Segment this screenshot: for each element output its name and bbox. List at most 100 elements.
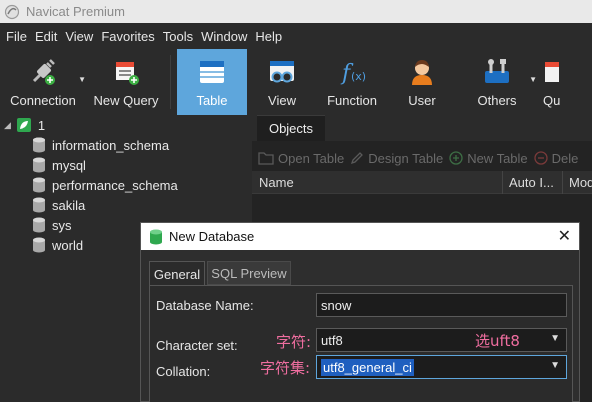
open-table-button[interactable]: Open Table xyxy=(258,151,344,166)
connection-button[interactable]: Connection ▼ xyxy=(0,49,86,115)
connection-name: 1 xyxy=(37,117,46,133)
connection-plug-icon xyxy=(32,59,55,85)
dialog-body: General SQL Preview Database Name: snow … xyxy=(147,258,573,402)
tree-connection[interactable]: ◢ 1 xyxy=(4,115,45,135)
database-name: sys xyxy=(52,217,72,233)
query-label: Qu xyxy=(543,93,561,108)
user-icon xyxy=(412,60,432,85)
new-table-label: New Table xyxy=(467,150,528,166)
menu-file[interactable]: File xyxy=(2,29,31,44)
new-database-dialog: New Database ✕ General SQL Preview Datab… xyxy=(140,222,580,402)
menu-tools[interactable]: Tools xyxy=(159,29,197,44)
navicat-logo-icon xyxy=(4,4,20,19)
character-set-label: Character set: xyxy=(156,338,238,353)
function-button[interactable]: f (x) Function xyxy=(317,49,387,115)
collation-value: utf8_general_ci xyxy=(321,358,414,376)
tab-objects[interactable]: Objects xyxy=(257,115,325,141)
database-name-label: Database Name: xyxy=(156,298,254,313)
others-tools-icon xyxy=(485,59,509,83)
folder-open-icon xyxy=(258,152,274,165)
column-header-modified[interactable]: Mod xyxy=(569,175,592,190)
connection-label: Connection xyxy=(10,93,76,108)
view-glasses-icon xyxy=(270,61,294,83)
dialog-title: New Database xyxy=(169,229,255,244)
tree-db-performance-schema[interactable]: performance_schema xyxy=(32,175,178,195)
database-name-value: snow xyxy=(321,297,352,313)
toolbar-divider xyxy=(170,55,171,109)
user-label: User xyxy=(408,93,436,108)
database-icon xyxy=(33,157,45,173)
database-name: performance_schema xyxy=(52,177,178,193)
menu-favorites[interactable]: Favorites xyxy=(97,29,158,44)
open-table-label: Open Table xyxy=(278,150,345,166)
main-tab-strip: Objects xyxy=(252,115,592,141)
column-header-auto-increment[interactable]: Auto I... xyxy=(509,175,554,190)
database-icon xyxy=(33,137,45,153)
object-toolbar: Open Table Design Table New Table Dele xyxy=(252,145,592,171)
database-name: mysql xyxy=(52,157,86,173)
table-label: Table xyxy=(196,93,228,108)
column-header-name[interactable]: Name xyxy=(259,175,294,190)
dialog-titlebar[interactable]: New Database ✕ xyxy=(141,223,579,250)
delete-table-button[interactable]: Dele xyxy=(534,151,578,166)
collation-annotation: 字符集: xyxy=(260,359,311,377)
database-name: world xyxy=(52,237,84,253)
function-fx-icon: f (x) xyxy=(340,61,366,86)
new-table-button[interactable]: New Table xyxy=(449,150,528,166)
design-table-button[interactable]: Design Table xyxy=(350,151,443,166)
plus-circle-icon xyxy=(449,151,463,165)
others-button[interactable]: Others ▼ xyxy=(457,49,537,115)
tree-db-information-schema[interactable]: information_schema xyxy=(32,135,169,155)
tree-db-sakila[interactable]: sakila xyxy=(32,195,85,215)
new-query-button[interactable]: New Query xyxy=(88,49,164,115)
charset-annotation: 字符: xyxy=(276,333,312,351)
tree-db-world[interactable]: world xyxy=(32,235,83,255)
pencil-icon xyxy=(351,152,364,165)
design-table-label: Design Table xyxy=(368,150,444,166)
window-title: Navicat Premium xyxy=(26,4,125,19)
view-label: View xyxy=(268,93,296,108)
new-query-icon xyxy=(116,62,139,85)
tree-db-mysql[interactable]: mysql xyxy=(32,155,86,175)
svg-text:(x): (x) xyxy=(351,70,366,83)
user-button[interactable]: User xyxy=(387,49,457,115)
database-icon xyxy=(33,197,45,213)
database-name: sakila xyxy=(52,197,86,213)
character-set-value: utf8 xyxy=(321,332,343,348)
menu-view[interactable]: View xyxy=(61,29,97,44)
column-divider[interactable] xyxy=(562,171,563,194)
object-list-header: Name Auto I... Mod xyxy=(252,171,592,194)
tab-sql-preview[interactable]: SQL Preview xyxy=(207,261,291,285)
tree-db-sys[interactable]: sys xyxy=(32,215,72,235)
collation-label: Collation: xyxy=(156,364,211,379)
menu-window[interactable]: Window xyxy=(197,29,251,44)
character-set-select[interactable]: utf8 选uft8 ▼ xyxy=(316,328,567,352)
chevron-down-icon[interactable]: ▼ xyxy=(529,75,537,84)
collation-select[interactable]: utf8_general_ci ▼ xyxy=(316,355,567,379)
expand-arrow-icon[interactable]: ◢ xyxy=(4,120,11,131)
chevron-down-icon[interactable]: ▼ xyxy=(550,360,560,371)
database-name: information_schema xyxy=(52,137,170,153)
chevron-down-icon[interactable]: ▼ xyxy=(550,333,560,344)
connection-leaf-icon xyxy=(16,118,31,132)
function-label: Function xyxy=(327,93,377,108)
others-label: Others xyxy=(477,93,517,108)
menu-edit[interactable]: Edit xyxy=(31,29,61,44)
table-button[interactable]: Table xyxy=(177,49,247,115)
table-icon xyxy=(200,61,224,83)
pick-annotation: 选uft8 xyxy=(475,332,520,350)
general-panel: Database Name: snow Character set: 字符: u… xyxy=(149,285,573,402)
database-icon xyxy=(33,177,45,193)
view-button[interactable]: View xyxy=(247,49,317,115)
menu-bar: File Edit View Favorites Tools Window He… xyxy=(0,23,592,49)
query-icon xyxy=(545,62,559,82)
database-name-field[interactable]: snow xyxy=(316,293,567,317)
tab-general[interactable]: General xyxy=(149,261,205,286)
database-icon xyxy=(33,237,45,253)
column-divider[interactable] xyxy=(502,171,503,194)
query-button[interactable]: Qu xyxy=(537,49,567,115)
menu-help[interactable]: Help xyxy=(251,29,286,44)
minus-circle-icon xyxy=(534,151,548,165)
close-icon[interactable]: ✕ xyxy=(558,226,571,246)
chevron-down-icon[interactable]: ▼ xyxy=(78,75,86,84)
